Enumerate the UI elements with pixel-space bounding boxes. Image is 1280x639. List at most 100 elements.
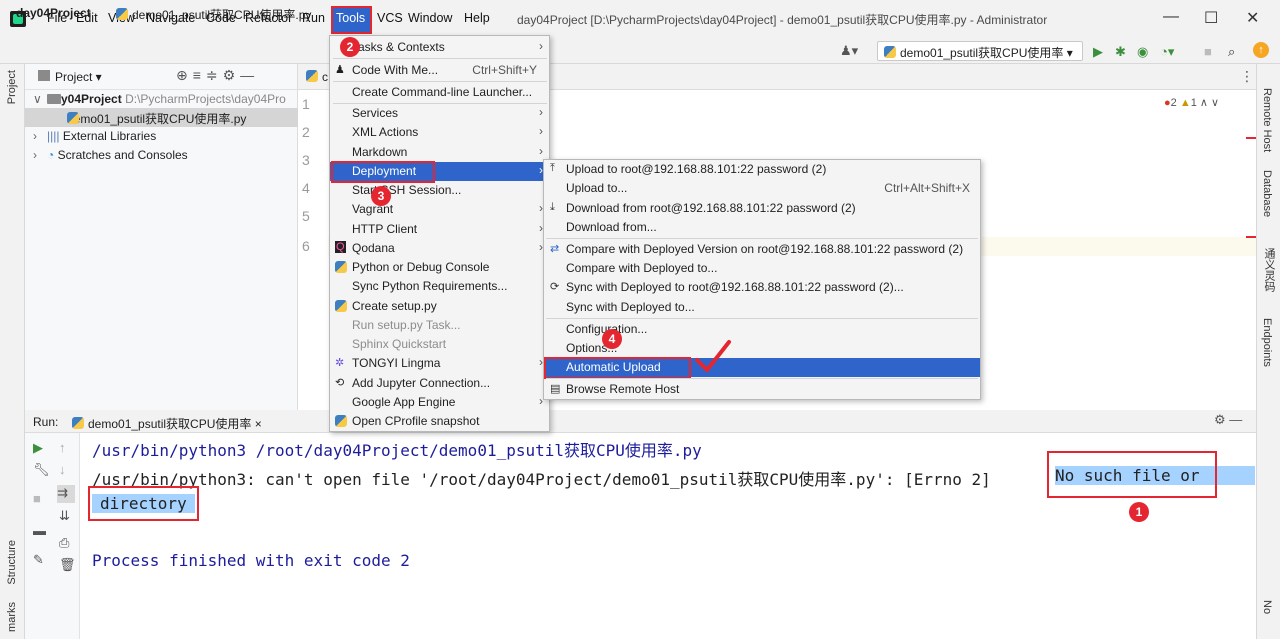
menu-item-xml-actions[interactable]: XML Actions › xyxy=(330,123,549,142)
profile-icon[interactable]: ◔▾ xyxy=(1160,44,1174,60)
menu-item-cprofile[interactable]: Open CProfile snapshot xyxy=(330,412,549,431)
more-icon[interactable]: ⋮ xyxy=(1240,68,1254,85)
menu-item-command-line-launcher[interactable]: Create Command-line Launcher... xyxy=(330,83,549,102)
tree-file-selected[interactable]: demo01_psutil获取CPU使用率.py xyxy=(25,108,298,127)
search-icon[interactable]: ⌕ xyxy=(1228,44,1235,60)
tree-external-libraries[interactable]: › |||| External Libraries xyxy=(25,127,298,146)
menu-item-run-setup[interactable]: Run setup.py Task... xyxy=(330,316,549,335)
deploy-item-download-from-host[interactable]: ⤓ Download from root@192.168.88.101:22 pa… xyxy=(544,199,980,218)
menu-item-label: Run setup.py Task... xyxy=(352,318,461,332)
inspection-widget[interactable]: ●2 ▲1 ∧ ∨ xyxy=(1164,96,1219,109)
run-tab[interactable]: demo01_psutil获取CPU使用率 × xyxy=(72,415,262,432)
menu-help[interactable]: Help xyxy=(464,11,490,25)
user-icon[interactable]: ♟▾ xyxy=(840,43,858,59)
deploy-item-sync-to[interactable]: Sync with Deployed to... xyxy=(544,298,980,317)
menu-item-qodana[interactable]: Q Qodana › xyxy=(330,239,549,258)
project-view-dropdown[interactable]: Project ▾ xyxy=(55,70,102,84)
menu-item-http-client[interactable]: HTTP Client › xyxy=(330,220,549,239)
menu-item-create-setup[interactable]: Create setup.py xyxy=(330,297,549,316)
scroll-to-end-icon[interactable]: ⇊ xyxy=(59,508,70,524)
deploy-item-compare-host[interactable]: ⇄ Compare with Deployed Version on root@1… xyxy=(544,240,980,259)
menu-item-sync-requirements[interactable]: Sync Python Requirements... xyxy=(330,277,549,296)
tree-file-content: demo01_psutil获取CPU使用率.py xyxy=(67,110,246,127)
menu-item-lingma[interactable]: ✲ TONGYI Lingma › xyxy=(330,354,549,373)
pin-icon[interactable]: ✎ xyxy=(33,552,44,568)
deploy-item-upload-to-host[interactable]: ⤒ Upload to root@192.168.88.101:22 passwo… xyxy=(544,160,980,179)
trash-icon[interactable]: 🗑︎ xyxy=(59,557,76,573)
error-stripe-mark[interactable] xyxy=(1246,236,1256,238)
run-panel-label: Run: xyxy=(33,415,59,429)
menu-item-app-engine[interactable]: Google App Engine › xyxy=(330,393,549,412)
menu-item-label: Tasks & Contexts xyxy=(352,40,445,54)
menu-item-label: Sync Python Requirements... xyxy=(352,279,508,293)
tool-tab-structure[interactable]: Structure xyxy=(6,540,18,585)
console-error-line: /usr/bin/python3: can't open file '/root… xyxy=(92,470,991,489)
deploy-item-download-from[interactable]: Download from... xyxy=(544,218,980,237)
menu-item-label: Download from root@192.168.88.101:22 pas… xyxy=(566,201,856,215)
error-icon: ● xyxy=(1164,97,1171,109)
settings-gear-icon[interactable]: ⚙ — xyxy=(1214,412,1242,428)
tool-tab-lingma[interactable]: 通义灵码 xyxy=(1261,248,1277,292)
tool-tab-project[interactable]: Project xyxy=(6,70,18,104)
menu-item-vagrant[interactable]: Vagrant › xyxy=(330,200,549,219)
annotation-badge-3: 3 xyxy=(371,186,391,206)
stop-icon[interactable]: ■ xyxy=(33,491,41,506)
tool-tab-endpoints[interactable]: Endpoints xyxy=(1261,318,1273,367)
menu-item-tasks[interactable]: Tasks & Contexts › xyxy=(330,38,549,57)
chevron-right-icon: › xyxy=(33,129,37,143)
menu-item-label: Python or Debug Console xyxy=(352,260,490,274)
scroll-up-icon[interactable]: ↑ xyxy=(59,440,66,455)
project-panel-toolbar-icons[interactable]: ⊕≡≑⚙— xyxy=(176,67,259,84)
warning-icon: ▲ xyxy=(1179,97,1191,109)
annotation-box-error xyxy=(1047,451,1217,498)
scratches-icon: ◔ xyxy=(47,148,58,162)
rerun-icon[interactable]: ▶ xyxy=(33,440,43,456)
menu-item-sphinx[interactable]: Sphinx Quickstart xyxy=(330,335,549,354)
chevron-up-icon[interactable]: ∧ xyxy=(1200,97,1211,109)
breadcrumb-file[interactable]: demo01_psutil获取CPU使用率.py xyxy=(116,6,311,23)
deploy-item-compare-to[interactable]: Compare with Deployed to... xyxy=(544,259,980,278)
menu-window[interactable]: Window xyxy=(408,11,452,25)
menu-item-label: Services xyxy=(352,106,399,120)
menu-item-ssh-session[interactable]: Start SSH Session... xyxy=(330,181,549,200)
update-icon[interactable]: ↑ xyxy=(1253,42,1269,58)
print-icon[interactable]: ⎙ xyxy=(59,535,69,551)
menu-item-services[interactable]: Services › xyxy=(330,104,549,123)
editor-tab[interactable]: c xyxy=(306,70,328,84)
debug-icon[interactable]: ✱ xyxy=(1115,44,1126,60)
wrench-icon[interactable]: 🔧︎ xyxy=(33,462,50,478)
error-stripe-mark[interactable] xyxy=(1246,137,1256,139)
close-window-button[interactable]: ✕ xyxy=(1246,8,1259,28)
scroll-down-icon[interactable]: ↓ xyxy=(59,462,66,477)
deploy-item-browse-remote[interactable]: ▤ Browse Remote Host xyxy=(544,380,980,399)
layout-icon[interactable]: ▬ xyxy=(33,523,46,538)
tool-tab-database[interactable]: Database xyxy=(1261,170,1273,217)
menu-item-label: XML Actions xyxy=(352,125,419,139)
menu-separator xyxy=(333,58,547,59)
run-config-selector[interactable]: demo01_psutil获取CPU使用率 ▾ xyxy=(877,41,1083,61)
menu-item-jupyter[interactable]: ⟲ Add Jupyter Connection... xyxy=(330,374,549,393)
stop-icon[interactable]: ■ xyxy=(1204,44,1212,59)
menu-item-label: Sync with Deployed to... xyxy=(566,300,695,314)
menu-item-label: Upload to root@192.168.88.101:22 passwor… xyxy=(566,162,827,176)
python-file-icon xyxy=(116,8,128,20)
menu-vcs[interactable]: VCS xyxy=(377,11,403,25)
tool-tab-notifications[interactable]: No xyxy=(1261,600,1273,614)
coverage-icon[interactable]: ◉ xyxy=(1137,44,1148,60)
maximize-button[interactable]: ☐ xyxy=(1204,8,1218,28)
menu-item-code-with-me[interactable]: ♟ Code With Me... Ctrl+Shift+Y xyxy=(330,61,549,80)
deploy-item-upload-to[interactable]: Upload to... Ctrl+Alt+Shift+X xyxy=(544,179,980,198)
tree-scratches[interactable]: › ◔ Scratches and Consoles xyxy=(25,146,298,165)
soft-wrap-icon[interactable]: ⇉ xyxy=(57,485,75,503)
menu-item-markdown[interactable]: Markdown › xyxy=(330,143,549,162)
menu-item-python-console[interactable]: Python or Debug Console xyxy=(330,258,549,277)
minimize-button[interactable]: — xyxy=(1163,8,1179,26)
tool-tab-remote-host[interactable]: Remote Host xyxy=(1261,88,1273,152)
tool-tab-bookmarks[interactable]: marks xyxy=(6,602,18,632)
menu-tools[interactable]: Tools xyxy=(336,11,365,25)
deploy-item-sync-host[interactable]: ⟳ Sync with Deployed to root@192.168.88.1… xyxy=(544,278,980,297)
breadcrumb-project[interactable]: day04Project xyxy=(16,6,91,20)
tree-root[interactable]: ∨ day04Project D:\PycharmProjects\day04P… xyxy=(25,90,298,109)
chevron-down-icon[interactable]: ∨ xyxy=(1211,97,1219,109)
run-icon[interactable]: ▶ xyxy=(1093,44,1103,60)
